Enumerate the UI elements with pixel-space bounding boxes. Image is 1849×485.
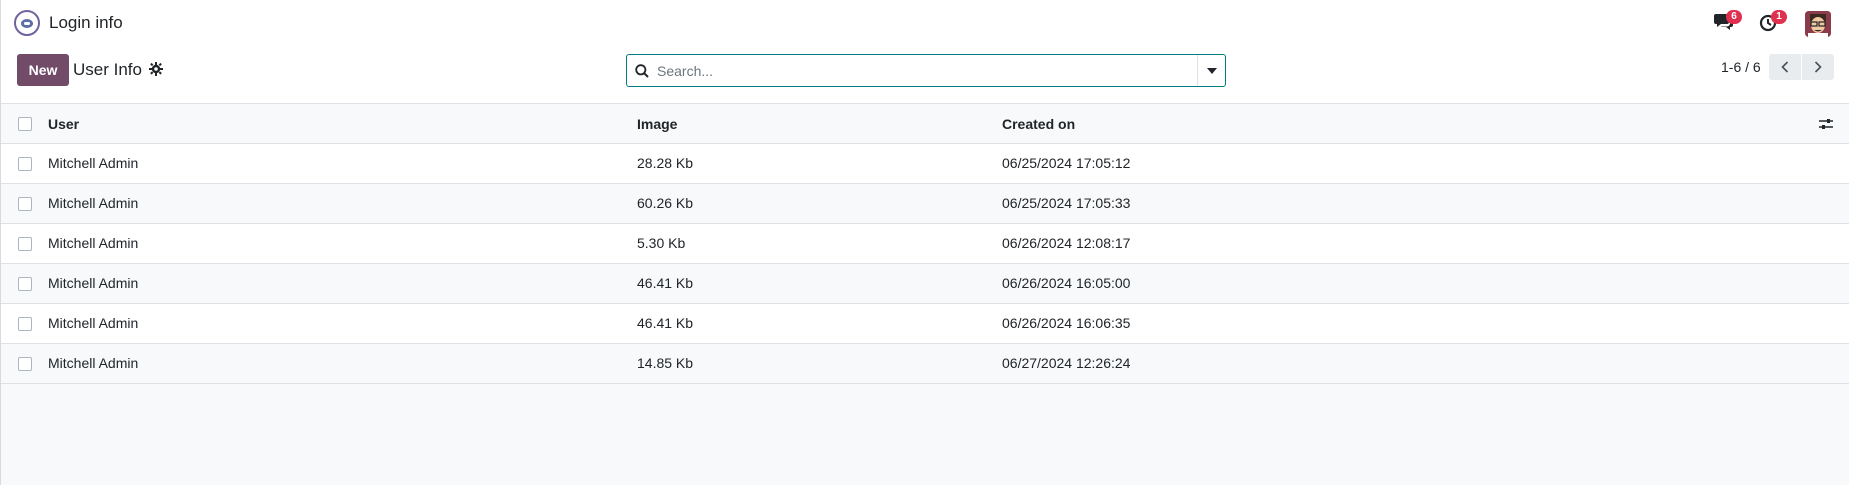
- cell-user: Mitchell Admin: [48, 155, 139, 171]
- app-title[interactable]: Login info: [49, 13, 123, 33]
- cell-created-on: 06/27/2024 12:26:24: [1002, 355, 1131, 371]
- new-button[interactable]: New: [17, 54, 69, 86]
- cell-created-on: 06/25/2024 17:05:12: [1002, 155, 1131, 171]
- search-input[interactable]: [657, 55, 1197, 86]
- breadcrumb-title: User Info: [73, 60, 142, 79]
- row-checkbox[interactable]: [18, 237, 32, 251]
- cell-image: 5.30 Kb: [637, 235, 686, 251]
- optional-columns-icon[interactable]: [1818, 117, 1834, 131]
- search-icon: [627, 55, 657, 86]
- caret-down-icon[interactable]: [1197, 55, 1225, 86]
- column-header-image[interactable]: Image: [637, 116, 677, 132]
- messages-icon[interactable]: 6: [1713, 10, 1742, 32]
- app-icon[interactable]: [14, 10, 40, 36]
- chevron-left-icon[interactable]: [1769, 54, 1801, 80]
- cell-image: 46.41 Kb: [637, 315, 694, 331]
- cell-image: 60.26 Kb: [637, 195, 694, 211]
- table-row[interactable]: Mitchell Admin 46.41 Kb 06/26/2024 16:06:3…: [1, 304, 1849, 344]
- cell-image: 46.41 Kb: [637, 275, 694, 291]
- table-row[interactable]: Mitchell Admin 60.26 Kb 06/25/2024 17:05:3…: [1, 184, 1849, 224]
- activities-icon[interactable]: 1: [1759, 10, 1787, 32]
- activities-badge: 1: [1771, 10, 1787, 24]
- cell-user: Mitchell Admin: [48, 355, 139, 371]
- search-box: [626, 54, 1226, 87]
- cell-user: Mitchell Admin: [48, 195, 139, 211]
- pager-value[interactable]: 1-6 / 6: [1721, 59, 1761, 75]
- chevron-right-icon[interactable]: [1802, 54, 1834, 80]
- cell-user: Mitchell Admin: [48, 235, 139, 251]
- table-row[interactable]: Mitchell Admin 46.41 Kb 06/26/2024 16:05:0…: [1, 264, 1849, 304]
- list-view: User Image Created on Mitchell Admin 28.2…: [1, 103, 1849, 485]
- table-row[interactable]: Mitchell Admin 28.28 Kb 06/25/2024 17:05:1…: [1, 144, 1849, 184]
- cell-created-on: 06/26/2024 16:06:35: [1002, 315, 1131, 331]
- cell-image: 28.28 Kb: [637, 155, 694, 171]
- table-header: User Image Created on: [1, 104, 1849, 144]
- column-header-user[interactable]: User: [48, 116, 79, 132]
- cell-created-on: 06/26/2024 12:08:17: [1002, 235, 1131, 251]
- top-navbar: Login info 6 1: [1, 0, 1849, 46]
- cell-image: 14.85 Kb: [637, 355, 694, 371]
- cell-user: Mitchell Admin: [48, 275, 139, 291]
- select-all-checkbox[interactable]: [18, 117, 32, 131]
- row-checkbox[interactable]: [18, 157, 32, 171]
- table-row[interactable]: Mitchell Admin 5.30 Kb 06/26/2024 12:08:17: [1, 224, 1849, 264]
- column-header-created-on[interactable]: Created on: [1002, 116, 1075, 132]
- user-avatar[interactable]: [1805, 11, 1831, 37]
- row-checkbox[interactable]: [18, 277, 32, 291]
- messages-badge: 6: [1726, 10, 1742, 24]
- cell-user: Mitchell Admin: [48, 315, 139, 331]
- row-checkbox[interactable]: [18, 357, 32, 371]
- cell-created-on: 06/26/2024 16:05:00: [1002, 275, 1131, 291]
- row-checkbox[interactable]: [18, 317, 32, 331]
- table-row[interactable]: Mitchell Admin 14.85 Kb 06/27/2024 12:26:2…: [1, 344, 1849, 384]
- gear-icon[interactable]: [149, 62, 163, 76]
- row-checkbox[interactable]: [18, 197, 32, 211]
- cell-created-on: 06/25/2024 17:05:33: [1002, 195, 1131, 211]
